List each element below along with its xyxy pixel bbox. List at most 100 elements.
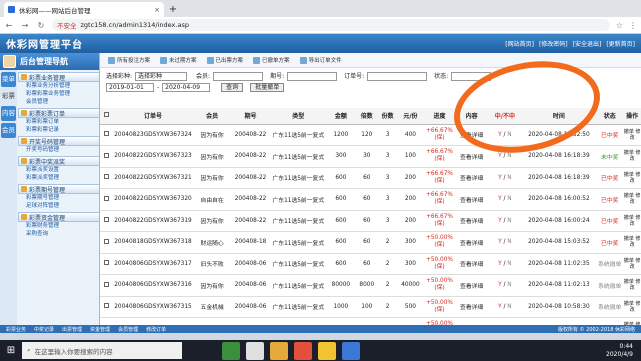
query-button[interactable]: 查询 xyxy=(221,83,244,92)
ticketed-plans-button[interactable]: 已出票方案 xyxy=(206,56,243,64)
status-select[interactable] xyxy=(451,72,492,81)
menu-item[interactable]: 会员管理 xyxy=(18,98,99,106)
hit-yes[interactable]: Y xyxy=(498,239,502,245)
lottery-select[interactable]: 选择彩种 xyxy=(135,72,188,81)
hit-yes[interactable]: Y xyxy=(498,282,502,288)
row-checkbox[interactable] xyxy=(103,281,109,287)
hit-no[interactable]: N xyxy=(507,196,511,202)
row-checkbox-cell[interactable] xyxy=(100,188,113,211)
app-icon[interactable] xyxy=(294,341,312,360)
browser-tab[interactable]: 休彩网——网站后台管理 × xyxy=(4,2,164,17)
cell-op[interactable]: 撤单 修改 xyxy=(623,274,641,297)
cell-content[interactable]: 查看详细 xyxy=(455,145,489,168)
hit-yes[interactable]: Y xyxy=(498,153,502,159)
back-icon[interactable]: ← xyxy=(4,21,14,30)
new-tab-icon[interactable]: + xyxy=(166,3,180,17)
footer-link[interactable]: 资金管理 xyxy=(90,326,110,333)
not-secure-label[interactable]: 不安全 xyxy=(57,20,77,30)
hit-yes[interactable]: Y xyxy=(498,196,502,202)
cell-op[interactable]: 撤单 修改 xyxy=(623,124,641,146)
menu-group-head[interactable]: 彩票彩票订单 xyxy=(18,108,99,118)
batch-cancel-button[interactable]: 批量撤单 xyxy=(250,83,285,92)
menu-item[interactable]: 彩票彩票业务管理 xyxy=(18,90,99,98)
cell-content[interactable]: 查看详细 xyxy=(455,231,489,254)
vtab-content[interactable]: 内容 xyxy=(1,106,16,121)
row-checkbox[interactable] xyxy=(103,303,109,309)
menu-group-head[interactable]: 彩票业务管理 xyxy=(18,72,99,82)
row-checkbox-cell[interactable] xyxy=(100,210,113,232)
change-password-link[interactable]: [修改密码] xyxy=(539,39,568,48)
cell-content[interactable]: 查看详细 xyxy=(455,188,489,211)
cell-content[interactable]: 查看详细 xyxy=(455,317,489,325)
unexpired-plans-button[interactable]: 未过期方案 xyxy=(160,56,197,64)
period-input[interactable] xyxy=(287,72,338,81)
cancelled-plans-button[interactable]: 已撤单方案 xyxy=(253,56,290,64)
row-checkbox[interactable] xyxy=(103,238,109,244)
date-from-input[interactable]: 2019-01-01 xyxy=(106,83,154,92)
app-icon[interactable] xyxy=(342,341,360,360)
row-checkbox[interactable] xyxy=(103,217,109,223)
row-checkbox[interactable] xyxy=(103,131,109,137)
menu-item[interactable]: 开奖号码管理 xyxy=(18,146,99,154)
wechat-icon[interactable] xyxy=(222,341,240,360)
url-field[interactable]: 不安全 zgtc158.cn/admin1314/index.asp xyxy=(52,19,610,31)
forward-icon[interactable]: → xyxy=(20,21,30,30)
menu-item[interactable]: 彩票彩票订单 xyxy=(18,118,99,126)
close-tab-icon[interactable]: × xyxy=(154,6,160,14)
row-checkbox-cell[interactable] xyxy=(100,274,113,297)
taskview-icon[interactable] xyxy=(246,341,264,360)
menu-item[interactable]: 彩票派奖管理 xyxy=(18,174,99,182)
menu-item[interactable]: 彩票期号管理 xyxy=(18,194,99,202)
select-all-checkbox[interactable] xyxy=(103,112,109,118)
cell-content[interactable]: 查看详细 xyxy=(455,253,489,275)
export-orders-button[interactable]: 导出订单文件 xyxy=(299,56,342,64)
reload-icon[interactable]: ↻ xyxy=(36,21,46,30)
menu-item[interactable]: 彩票业务分析管理 xyxy=(18,82,99,90)
cell-content[interactable]: 查看详细 xyxy=(455,167,489,189)
hit-yes[interactable]: Y xyxy=(498,218,502,224)
hit-yes[interactable]: Y xyxy=(498,175,502,181)
logout-link[interactable]: [安全退出] xyxy=(573,39,602,48)
hit-no[interactable]: N xyxy=(507,153,511,159)
hit-yes[interactable]: Y xyxy=(498,261,502,267)
row-checkbox-cell[interactable] xyxy=(100,317,113,325)
menu-group-head[interactable]: 彩票资金管理 xyxy=(18,212,99,222)
footer-link[interactable]: 出票管理 xyxy=(62,326,82,333)
cell-content[interactable]: 查看详细 xyxy=(455,296,489,318)
hit-yes[interactable]: Y xyxy=(498,132,502,138)
browser-menu-icon[interactable]: ⋮ xyxy=(629,21,637,30)
cell-op[interactable]: 撤单 修改 xyxy=(623,317,641,325)
hit-no[interactable]: N xyxy=(507,132,511,138)
cell-content[interactable]: 查看详细 xyxy=(455,274,489,297)
row-checkbox[interactable] xyxy=(103,260,109,266)
row-checkbox[interactable] xyxy=(103,195,109,201)
row-checkbox[interactable] xyxy=(103,152,109,158)
row-checkbox-cell[interactable] xyxy=(100,253,113,275)
bookmark-star-icon[interactable]: ☆ xyxy=(616,21,623,30)
all-plans-button[interactable]: 所有投注方案 xyxy=(108,56,150,64)
hit-no[interactable]: N xyxy=(507,239,511,245)
row-checkbox-cell[interactable] xyxy=(100,167,113,189)
menu-item[interactable]: 彩票财务管理 xyxy=(18,222,99,230)
row-checkbox[interactable] xyxy=(103,174,109,180)
footer-link[interactable]: 彩票业务 xyxy=(6,326,26,333)
cell-op[interactable]: 撤单 修改 xyxy=(623,296,641,318)
hit-no[interactable]: N xyxy=(507,282,511,288)
vtab-lottery[interactable]: 彩票 xyxy=(1,89,16,104)
cell-content[interactable]: 查看详细 xyxy=(455,124,489,146)
footer-link[interactable]: 会员管理 xyxy=(118,326,138,333)
cell-op[interactable]: 撤单 修改 xyxy=(623,253,641,275)
row-checkbox-cell[interactable] xyxy=(100,231,113,254)
date-to-input[interactable]: 2020-04-09 xyxy=(162,83,211,92)
taskbar-clock[interactable]: 0:44 2020/4/9 xyxy=(606,343,641,359)
vtab-menu[interactable]: 菜单 xyxy=(1,72,16,87)
cell-op[interactable]: 撤单 修改 xyxy=(623,210,641,232)
footer-link[interactable]: 修改订单 xyxy=(146,326,166,333)
chrome-icon[interactable] xyxy=(318,341,336,360)
folder-icon[interactable] xyxy=(270,341,288,360)
row-checkbox-cell[interactable] xyxy=(100,145,113,168)
menu-group-head[interactable]: 彩票期号管理 xyxy=(18,184,99,194)
hit-yes[interactable]: Y xyxy=(498,304,502,310)
cell-content[interactable]: 查看详细 xyxy=(455,210,489,232)
hit-no[interactable]: N xyxy=(507,218,511,224)
